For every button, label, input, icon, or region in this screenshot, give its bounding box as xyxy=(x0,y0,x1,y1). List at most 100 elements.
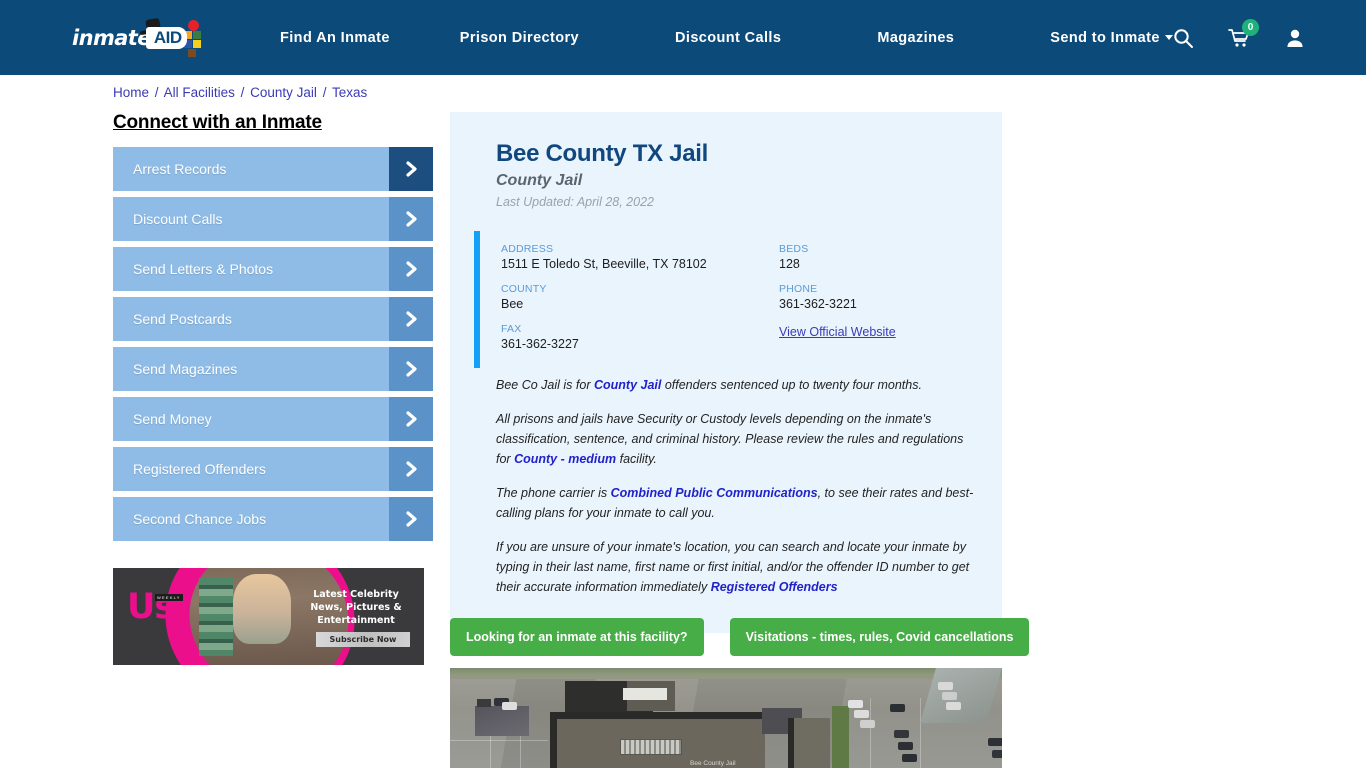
sidebar-item-label: Send Postcards xyxy=(113,311,232,327)
nav-label: Send to Inmate xyxy=(1050,30,1160,46)
breadcrumb: Home / All Facilities / County Jail / Te… xyxy=(113,85,367,100)
map-vehicle xyxy=(860,720,875,728)
search-icon[interactable] xyxy=(1172,27,1194,49)
ad-subscribe-button[interactable]: Subscribe Now xyxy=(316,632,410,647)
field-county: COUNTY Bee xyxy=(501,283,779,311)
accent-bar xyxy=(474,231,480,368)
sidebar-item-label: Send Money xyxy=(113,411,212,427)
sidebar-item-label: Arrest Records xyxy=(113,161,226,177)
logo-badge: AID xyxy=(146,27,187,49)
breadcrumb-item-county-jail[interactable]: County Jail xyxy=(250,85,317,100)
facility-type: County Jail xyxy=(496,172,978,190)
site-logo[interactable]: inmate AID xyxy=(72,16,200,60)
map-rooftop-unit xyxy=(623,688,667,700)
sidebar-item-send-letters-photos[interactable]: Send Letters & Photos xyxy=(113,247,433,291)
description-paragraph-4: If you are unsure of your inmate's locat… xyxy=(496,537,978,597)
chevron-right-icon xyxy=(389,247,433,291)
breadcrumb-separator: / xyxy=(323,85,327,100)
map-vehicle xyxy=(946,702,961,710)
field-phone: PHONE 361-362-3221 xyxy=(779,283,978,311)
field-value: 361-362-3227 xyxy=(501,337,779,351)
nav-label: Magazines xyxy=(877,30,954,46)
chevron-right-icon xyxy=(389,447,433,491)
field-official-website: View Official Website xyxy=(779,323,978,351)
paragraph-text: facility. xyxy=(616,452,657,466)
inline-link-county-medium[interactable]: County - medium xyxy=(514,452,616,466)
facility-card: Bee County TX Jail County Jail Last Upda… xyxy=(450,112,1002,633)
map-grass-strip xyxy=(832,706,849,768)
sidebar-item-label: Registered Offenders xyxy=(113,461,266,477)
nav-label: Discount Calls xyxy=(675,30,781,46)
nav-item-find-an-inmate[interactable]: Find An Inmate xyxy=(258,30,412,46)
sidebar-item-arrest-records[interactable]: Arrest Records xyxy=(113,147,433,191)
map-top-field xyxy=(450,668,1002,679)
sidebar-item-second-chance-jobs[interactable]: Second Chance Jobs xyxy=(113,497,433,541)
cart-icon[interactable]: 0 xyxy=(1228,27,1250,49)
satellite-map-image[interactable]: Bee County Jail xyxy=(450,668,1002,768)
sidebar-item-label: Send Letters & Photos xyxy=(113,261,273,277)
inline-link-phone-carrier[interactable]: Combined Public Communications xyxy=(611,486,818,500)
main-content: Bee County TX Jail County Jail Last Upda… xyxy=(450,112,1002,633)
field-label: BEDS xyxy=(779,243,978,255)
field-value: Bee xyxy=(501,297,779,311)
breadcrumb-item-home[interactable]: Home xyxy=(113,85,149,100)
nav-item-discount-calls[interactable]: Discount Calls xyxy=(627,30,829,46)
sidebar-item-discount-calls[interactable]: Discount Calls xyxy=(113,197,433,241)
ad-brand-sub: WEEKLY xyxy=(155,594,183,601)
ad-copy-text: Latest Celebrity News, Pictures & Entert… xyxy=(296,588,416,627)
sidebar-item-send-magazines[interactable]: Send Magazines xyxy=(113,347,433,391)
field-label: ADDRESS xyxy=(501,243,779,255)
field-beds: BEDS 128 xyxy=(779,243,978,271)
map-vehicle xyxy=(942,692,957,700)
field-label: COUNTY xyxy=(501,283,779,295)
map-roof-vent xyxy=(477,699,491,707)
chevron-right-icon xyxy=(389,347,433,391)
breadcrumb-item-texas[interactable]: Texas xyxy=(332,85,367,100)
map-east-wing xyxy=(788,718,830,768)
sidebar-item-registered-offenders[interactable]: Registered Offenders xyxy=(113,447,433,491)
paragraph-text: Bee Co Jail is for xyxy=(496,378,594,392)
field-label: FAX xyxy=(501,323,779,335)
breadcrumb-separator: / xyxy=(241,85,245,100)
parking-line xyxy=(920,698,921,768)
nav-item-magazines[interactable]: Magazines xyxy=(829,30,1002,46)
map-vehicle xyxy=(894,730,909,738)
map-vehicle xyxy=(988,738,1002,746)
description-paragraph-3: The phone carrier is Combined Public Com… xyxy=(496,483,978,523)
official-website-link[interactable]: View Official Website xyxy=(779,325,896,339)
page-title: Bee County TX Jail xyxy=(496,140,978,168)
sidebar-title: Connect with an Inmate xyxy=(113,112,433,134)
main-navigation: Find An Inmate Prison Directory Discount… xyxy=(258,0,1221,75)
map-secondary-building xyxy=(475,706,529,736)
sidebar-item-send-postcards[interactable]: Send Postcards xyxy=(113,297,433,341)
map-vehicle xyxy=(890,704,905,712)
field-value: 361-362-3221 xyxy=(779,297,978,311)
find-inmate-button[interactable]: Looking for an inmate at this facility? xyxy=(450,618,704,656)
nav-label: Find An Inmate xyxy=(280,30,390,46)
inline-link-county-jail[interactable]: County Jail xyxy=(594,378,661,392)
map-vehicle xyxy=(502,702,517,710)
map-vehicle xyxy=(992,750,1002,758)
user-icon[interactable] xyxy=(1284,27,1306,49)
sidebar-advertisement[interactable]: Us WEEKLY Latest Celebrity News, Picture… xyxy=(113,568,424,665)
sidebar: Connect with an Inmate Arrest Records Di… xyxy=(113,112,433,547)
breadcrumb-item-all-facilities[interactable]: All Facilities xyxy=(164,85,235,100)
header-icon-group: 0 xyxy=(1172,0,1306,75)
field-label: PHONE xyxy=(779,283,978,295)
sidebar-item-label: Discount Calls xyxy=(113,211,222,227)
ad-shelf-decoration xyxy=(199,578,233,656)
cta-button-row: Looking for an inmate at this facility? … xyxy=(450,618,1002,656)
breadcrumb-separator: / xyxy=(155,85,159,100)
site-header: inmate AID Find An Inmate Prison Directo… xyxy=(0,0,1366,75)
sidebar-item-send-money[interactable]: Send Money xyxy=(113,397,433,441)
description-paragraph-1: Bee Co Jail is for County Jail offenders… xyxy=(496,375,978,395)
inline-link-registered-offenders[interactable]: Registered Offenders xyxy=(711,580,838,594)
map-vehicle xyxy=(854,710,869,718)
nav-item-prison-directory[interactable]: Prison Directory xyxy=(412,30,627,46)
map-caption: Bee County Jail xyxy=(690,760,736,767)
visitations-button[interactable]: Visitations - times, rules, Covid cancel… xyxy=(730,618,1030,656)
chevron-right-icon xyxy=(389,197,433,241)
color-blocks-icon xyxy=(184,20,206,54)
chevron-right-icon xyxy=(389,397,433,441)
description-paragraph-2: All prisons and jails have Security or C… xyxy=(496,409,978,469)
